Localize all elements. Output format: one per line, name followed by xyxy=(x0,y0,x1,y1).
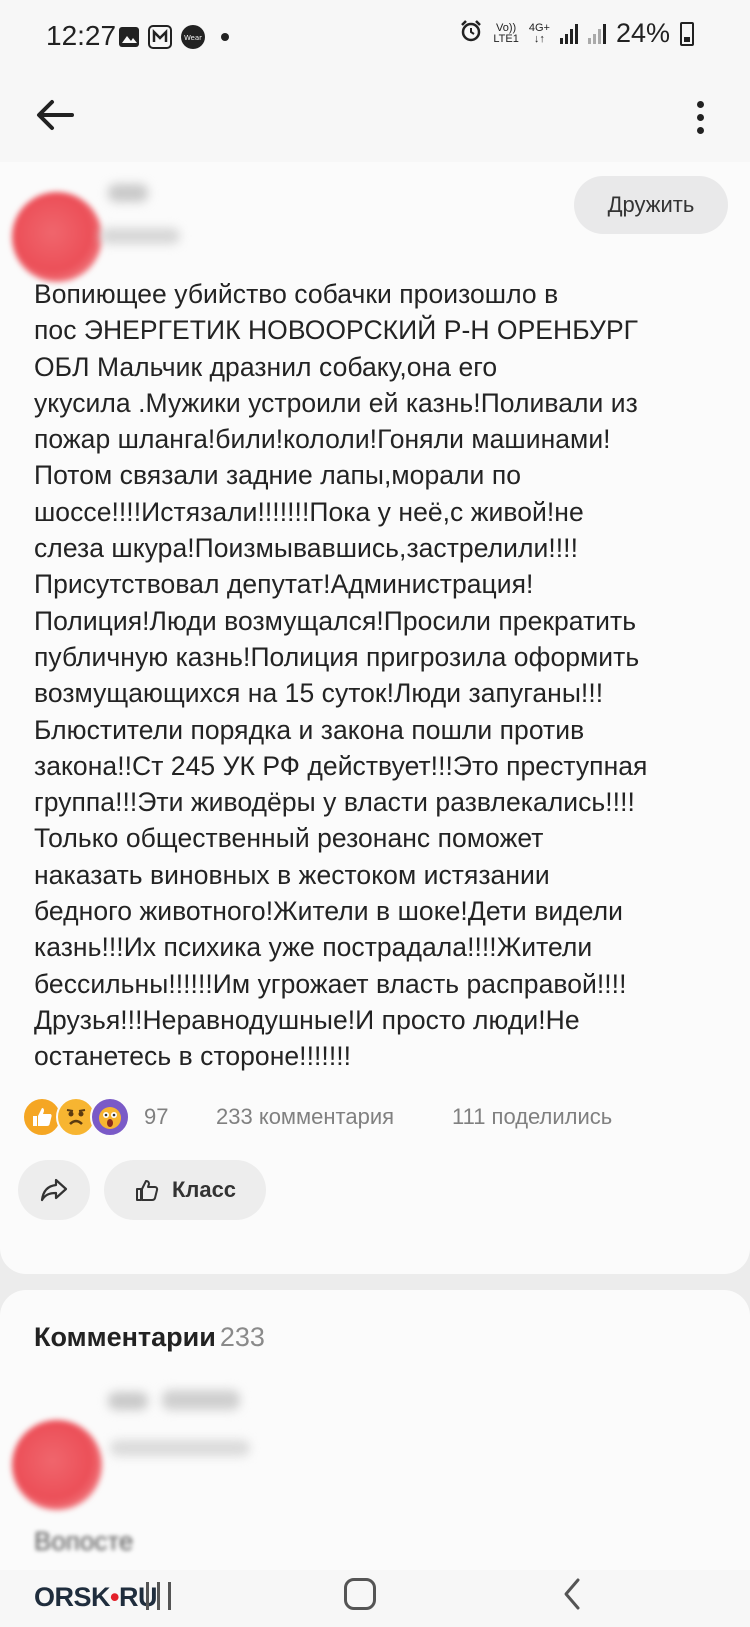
klass-label: Класс xyxy=(171,1177,237,1202)
arrow-left-icon xyxy=(37,100,74,130)
svg-text:Wear: Wear xyxy=(184,34,202,42)
orsk-ru-logo: ORSK•RU xyxy=(34,1582,157,1612)
more-options-button[interactable] xyxy=(690,92,710,142)
volte-indicator: Vo)) LTE1 xyxy=(493,21,519,45)
comments-heading: Комментарии 233 xyxy=(34,1322,265,1352)
signal-strength-2-icon xyxy=(587,23,606,44)
reactions-count: 97 xyxy=(144,1104,169,1129)
comment-text-fragment: Вопосте xyxy=(34,1526,134,1556)
status-indicators: Vo)) LTE1 4G+ ↓↑ 24% xyxy=(459,18,694,49)
post-text: Вопиющее убийство собачки произошло в по… xyxy=(34,279,648,1072)
messenger-icon: Wear xyxy=(180,24,206,50)
signal-strength-icon xyxy=(559,23,578,44)
commenter-name-blurred[interactable] xyxy=(108,1392,148,1410)
gallery-icon xyxy=(118,24,140,50)
comments-count-link[interactable]: 233 комментария xyxy=(216,1104,394,1130)
comments-section: Комментарии 233 Вопосте xyxy=(0,1290,750,1570)
share-arrow-icon xyxy=(40,1178,68,1202)
recents-icon xyxy=(146,1582,149,1610)
app-bar xyxy=(0,72,750,162)
recents-button[interactable] xyxy=(146,1582,171,1610)
shocked-reaction-icon xyxy=(90,1097,130,1137)
author-avatar[interactable] xyxy=(12,192,102,282)
app-notification-icon xyxy=(148,24,172,50)
post-card: Дружить Вопиющее убийство собачки произо… xyxy=(0,162,750,1274)
post-date-blurred xyxy=(100,228,180,244)
friend-button[interactable]: Дружить xyxy=(574,176,728,234)
more-vertical-icon xyxy=(696,100,704,108)
status-time: 12:27 xyxy=(46,20,117,51)
chevron-left-icon xyxy=(564,1578,580,1610)
dot-icon xyxy=(220,24,230,50)
comment-meta-blurred xyxy=(162,1390,240,1410)
data-indicator: 4G+ ↓↑ xyxy=(528,21,550,45)
klass-button[interactable]: Класс xyxy=(104,1160,266,1220)
author-name-blurred[interactable] xyxy=(108,184,148,202)
shares-count-link[interactable]: 111 поделились xyxy=(452,1104,612,1130)
nav-back-button[interactable] xyxy=(558,1576,588,1612)
comments-heading-count: 233 xyxy=(219,1322,265,1352)
commenter-avatar[interactable] xyxy=(12,1420,102,1510)
comment-meta-blurred-2 xyxy=(110,1440,250,1456)
thumbs-up-icon xyxy=(135,1180,159,1201)
home-button[interactable] xyxy=(344,1578,376,1610)
system-nav-bar: ORSK•RU xyxy=(0,1570,750,1627)
battery-percentage: 24% xyxy=(615,18,670,48)
alarm-icon xyxy=(459,19,483,48)
data-arrows-icon: ↓↑ xyxy=(533,32,545,45)
battery-icon xyxy=(680,21,694,46)
status-bar: 12:27 Wear Vo)) LTE1 4G+ ↓↑ 24% xyxy=(0,0,750,72)
back-button[interactable] xyxy=(30,90,80,140)
reactions-summary[interactable]: 97 xyxy=(22,1097,168,1137)
share-button[interactable] xyxy=(18,1160,90,1220)
